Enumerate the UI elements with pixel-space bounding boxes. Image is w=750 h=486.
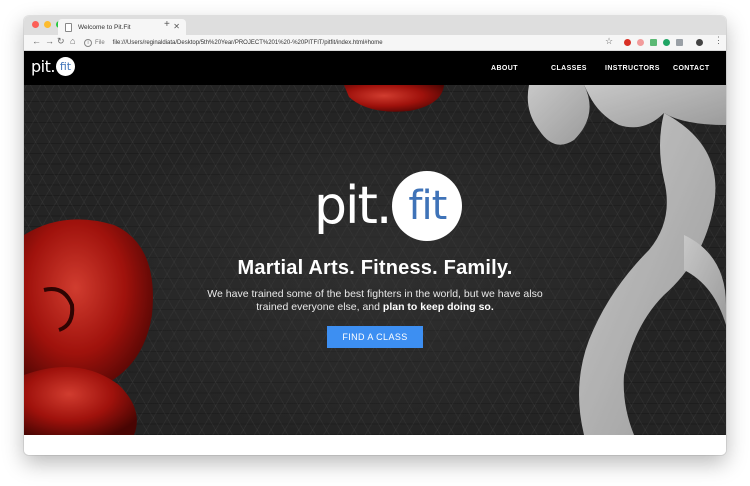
nav-link-contact[interactable]: CONTACT <box>673 65 710 72</box>
nav-link-instructors[interactable]: INSTRUCTORS <box>605 65 660 72</box>
tab-title: Welcome to Pit.Fit <box>78 23 131 31</box>
site-navbar: pit. fit ABOUT CLASSES INSTRUCTORS CONTA… <box>24 51 726 85</box>
new-tab-icon[interactable]: + <box>164 19 170 30</box>
hero-subtitle: We have trained some of the best fighter… <box>24 288 726 314</box>
nav-link-classes[interactable]: CLASSES <box>551 65 587 72</box>
extension-green-icon[interactable] <box>663 39 670 46</box>
hero-logo-pit-text: pit. <box>314 176 392 236</box>
hero-logo: pit. fit <box>314 171 463 241</box>
browser-window: Welcome to Pit.Fit ✕ + ← → ↻ ⌂ i File fi… <box>24 16 726 455</box>
hero-subtitle-line1: We have trained some of the best fighter… <box>207 288 543 300</box>
reload-icon[interactable]: ↻ <box>57 36 65 47</box>
forward-icon[interactable]: → <box>45 36 54 46</box>
hero-subtitle-emphasis: plan to keep doing so. <box>382 301 494 313</box>
browser-menu-icon[interactable]: ⋮ <box>714 35 723 46</box>
profile-avatar-icon[interactable] <box>696 39 703 46</box>
address-bar[interactable]: i File file:///Users/reginaldiata/Deskto… <box>84 37 639 48</box>
address-toolbar: ← → ↻ ⌂ i File file:///Users/reginaldiat… <box>24 35 726 51</box>
hero-section: pit. fit Martial Arts. Fitness. Family. … <box>24 85 726 435</box>
url-text: file:///Users/reginaldiata/Desktop/5th%2… <box>112 39 383 46</box>
hero-logo-fit-circle: fit <box>392 171 463 241</box>
page-below-hero <box>24 435 726 455</box>
url-scheme-label: File <box>95 39 105 46</box>
find-a-class-button[interactable]: FIND A CLASS <box>327 326 423 348</box>
back-icon[interactable]: ← <box>32 36 41 46</box>
nav-link-about[interactable]: ABOUT <box>491 65 518 72</box>
hero-subtitle-line2-text: trained everyone else, and <box>256 301 383 313</box>
extension-stop-icon[interactable] <box>624 39 631 46</box>
extension-shield-icon[interactable] <box>637 39 644 46</box>
extension-sheet-icon[interactable] <box>650 39 657 46</box>
hero-headline: Martial Arts. Fitness. Family. <box>237 257 513 279</box>
page-icon <box>65 22 72 32</box>
bookmark-star-icon[interactable]: ☆ <box>605 36 613 47</box>
tab-strip: Welcome to Pit.Fit ✕ + <box>24 16 726 35</box>
home-icon[interactable]: ⌂ <box>70 36 75 46</box>
tab-close-icon[interactable]: ✕ <box>173 22 180 31</box>
extension-grid-icon[interactable] <box>676 39 683 46</box>
logo-pit-text: pit. <box>31 57 55 76</box>
close-window-button[interactable] <box>32 21 39 28</box>
site-logo[interactable]: pit. fit <box>31 57 75 76</box>
info-icon[interactable]: i <box>84 38 92 47</box>
hero-subtitle-line2: trained everyone else, and plan to keep … <box>24 301 726 314</box>
minimize-window-button[interactable] <box>44 21 51 28</box>
logo-fit-circle: fit <box>55 57 75 76</box>
